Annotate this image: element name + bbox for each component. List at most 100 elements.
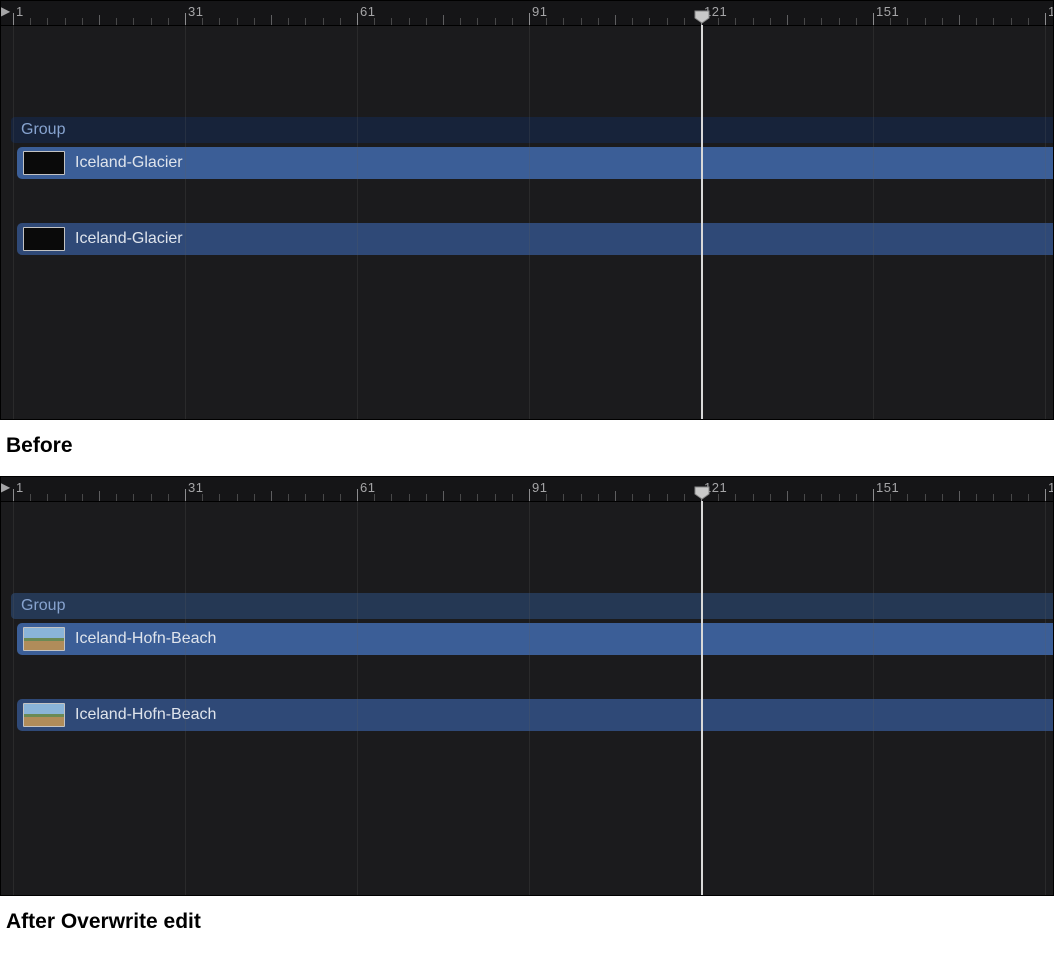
ruler-tick <box>925 18 926 25</box>
ruler-tick <box>495 494 496 501</box>
ruler-tick <box>907 18 908 25</box>
ruler-tick <box>770 494 771 501</box>
group-label: Group <box>21 597 65 615</box>
ruler-tick <box>581 18 582 25</box>
ruler-label: 91 <box>532 480 547 495</box>
ruler-tick <box>30 494 31 501</box>
ruler-tick <box>99 491 100 501</box>
ruler-label: 151 <box>876 4 899 19</box>
ruler-tick <box>718 18 719 25</box>
ruler-tick <box>632 494 633 501</box>
ruler-tick <box>47 494 48 501</box>
ruler-tick <box>495 18 496 25</box>
ruler-tick <box>237 18 238 25</box>
caption-text: After Overwrite edit <box>6 910 201 933</box>
timeline-after[interactable]: ▶1316191121151181 Group Iceland-Hofn-Bea… <box>0 476 1054 896</box>
clip-bar[interactable]: Iceland-Glacier <box>17 147 1053 179</box>
ruler-tick <box>925 494 926 501</box>
ruler-tick <box>581 494 582 501</box>
timeline-before[interactable]: ▶1316191121151181 Group Iceland-Glacier … <box>0 0 1054 420</box>
caption-before: Before <box>0 420 1056 476</box>
ruler-tick <box>357 489 358 501</box>
timeline-ruler[interactable]: ▶1316191121151181 <box>1 477 1053 502</box>
ruler-tick <box>133 18 134 25</box>
ruler-tick <box>219 494 220 501</box>
ruler-tick <box>409 494 410 501</box>
ruler-tick <box>667 494 668 501</box>
ruler-tick <box>168 18 169 25</box>
ruler-tick <box>839 18 840 25</box>
ruler-tick <box>856 18 857 25</box>
ruler-tick <box>391 494 392 501</box>
group-header[interactable]: Group <box>11 117 1053 143</box>
ruler-label: 61 <box>360 480 375 495</box>
ruler-tick <box>563 18 564 25</box>
ruler-tick <box>323 494 324 501</box>
vertical-guide <box>357 25 358 419</box>
ruler-tick <box>47 18 48 25</box>
vertical-guide <box>529 25 530 419</box>
ruler-tick <box>99 15 100 25</box>
clip-label: Iceland-Glacier <box>75 154 183 172</box>
ruler-tick <box>993 18 994 25</box>
ruler-tick <box>82 18 83 25</box>
ruler-tick <box>873 489 874 501</box>
ruler-tick <box>116 18 117 25</box>
start-marker-icon: ▶ <box>1 481 10 493</box>
ruler-tick <box>787 15 788 25</box>
vertical-guide <box>185 25 186 419</box>
ruler-tick <box>821 18 822 25</box>
ruler-tick <box>409 18 410 25</box>
playhead-handle-icon[interactable] <box>694 10 710 24</box>
ruler-tick <box>649 494 650 501</box>
playhead-line[interactable] <box>701 25 703 419</box>
ruler-tick <box>65 18 66 25</box>
playhead-line[interactable] <box>701 501 703 895</box>
ruler-tick <box>993 494 994 501</box>
ruler-tick <box>460 494 461 501</box>
ruler-tick <box>735 18 736 25</box>
ruler-tick <box>753 494 754 501</box>
ruler-tick <box>942 494 943 501</box>
thumbnail-icon <box>23 151 65 175</box>
ruler-tick <box>563 494 564 501</box>
ruler-tick <box>512 494 513 501</box>
clip-bar[interactable]: Iceland-Hofn-Beach <box>17 623 1053 655</box>
ruler-tick <box>770 18 771 25</box>
ruler-tick <box>13 13 14 25</box>
ruler-tick <box>13 489 14 501</box>
ruler-tick <box>684 18 685 25</box>
ruler-tick <box>684 494 685 501</box>
ruler-tick <box>976 494 977 501</box>
ruler-tick <box>529 489 530 501</box>
ruler-tick <box>856 494 857 501</box>
ruler-label: 1 <box>16 480 24 495</box>
ruler-tick <box>649 18 650 25</box>
ruler-tick <box>477 18 478 25</box>
clip-bar[interactable]: Iceland-Glacier <box>17 223 1053 255</box>
ruler-tick <box>1011 18 1012 25</box>
ruler-label: 31 <box>188 4 203 19</box>
ruler-tick <box>340 494 341 501</box>
ruler-tick <box>271 491 272 501</box>
ruler-tick <box>237 494 238 501</box>
playhead-handle-icon[interactable] <box>694 486 710 500</box>
ruler-tick <box>735 494 736 501</box>
ruler-tick <box>1045 13 1046 25</box>
ruler-tick <box>1028 494 1029 501</box>
ruler-tick <box>219 18 220 25</box>
thumbnail-icon <box>23 627 65 651</box>
ruler-tick <box>254 18 255 25</box>
ruler-tick <box>546 494 547 501</box>
ruler-tick <box>202 494 203 501</box>
timeline-ruler[interactable]: ▶1316191121151181 <box>1 1 1053 26</box>
ruler-tick <box>546 18 547 25</box>
group-header[interactable]: Group <box>11 593 1053 619</box>
ruler-tick <box>133 494 134 501</box>
ruler-tick <box>598 494 599 501</box>
ruler-tick <box>82 494 83 501</box>
ruler-label: 1 <box>16 4 24 19</box>
ruler-tick <box>959 15 960 25</box>
thumbnail-icon <box>23 227 65 251</box>
clip-bar[interactable]: Iceland-Hofn-Beach <box>17 699 1053 731</box>
